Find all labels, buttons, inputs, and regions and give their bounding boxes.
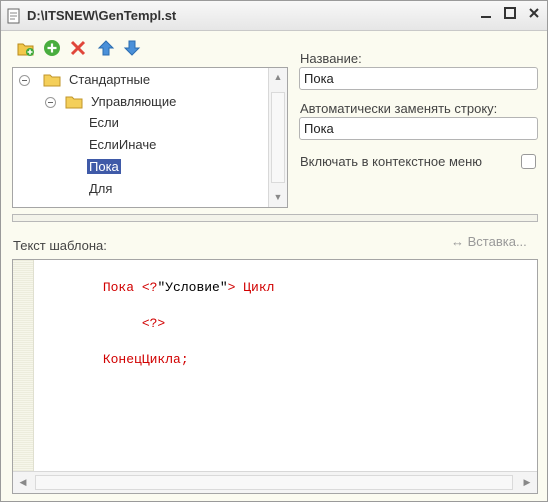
template-text-label: Текст шаблона:	[13, 238, 107, 253]
maximize-button[interactable]	[501, 6, 519, 24]
name-label: Название:	[300, 51, 362, 66]
folder-icon	[43, 74, 61, 87]
collapse-icon[interactable]	[19, 75, 30, 86]
minimize-icon	[481, 16, 491, 18]
tree-item-if-else[interactable]: ЕслиИначе	[89, 135, 156, 155]
tree-item-while[interactable]: Пока	[87, 157, 121, 177]
code-line: КонецЦикла;	[102, 352, 189, 367]
template-editor-window: D:\ITSNEW\GenTempl.st Стандартные Управл…	[0, 0, 548, 502]
editor-horizontal-scrollbar[interactable]: ◀ ▶	[13, 471, 537, 493]
tree-item-control[interactable]: Управляющие	[45, 92, 265, 112]
window-title: D:\ITSNEW\GenTempl.st	[27, 8, 177, 23]
delete-icon	[70, 40, 86, 56]
replace-label: Автоматически заменять строку:	[300, 101, 498, 116]
scroll-left-icon[interactable]: ◀	[13, 472, 33, 493]
maximize-icon	[504, 7, 516, 19]
new-folder-icon	[17, 43, 34, 56]
editor-gutter	[13, 260, 34, 471]
replace-field[interactable]: Пока	[299, 117, 538, 140]
insert-button[interactable]: ↔ Вставка...	[451, 234, 527, 249]
close-icon	[529, 8, 539, 18]
context-menu-label: Включать в контекстное меню	[300, 154, 483, 169]
scroll-up-icon[interactable]: ▲	[269, 68, 287, 87]
scroll-right-icon[interactable]: ▶	[517, 472, 537, 493]
close-button[interactable]	[525, 6, 543, 24]
scroll-thumb[interactable]	[271, 92, 285, 183]
arrows-horizontal-icon: ↔	[451, 234, 464, 249]
tree-item-if[interactable]: Если	[89, 113, 119, 133]
name-field[interactable]: Пока	[299, 67, 538, 90]
new-folder-button[interactable]	[17, 39, 35, 57]
splitter[interactable]	[12, 214, 538, 222]
scroll-down-icon[interactable]: ▼	[269, 188, 287, 207]
folder-icon	[65, 96, 83, 109]
move-down-button[interactable]	[123, 39, 141, 57]
collapse-icon[interactable]	[45, 97, 56, 108]
move-down-icon	[123, 40, 141, 56]
document-icon	[7, 8, 20, 24]
template-tree[interactable]: Стандартные Управляющие Если ЕслиИначе П…	[12, 67, 288, 208]
move-up-button[interactable]	[97, 39, 115, 57]
move-up-icon	[97, 40, 115, 56]
delete-button[interactable]	[69, 39, 87, 57]
tree-item-standard[interactable]: Стандартные	[19, 70, 269, 90]
add-button[interactable]	[43, 39, 61, 57]
context-menu-checkbox[interactable]	[521, 154, 536, 169]
template-code-editor[interactable]: Пока <?"Условие"> Цикл <?> КонецЦикла; ◀…	[12, 259, 538, 494]
scroll-thumb[interactable]	[35, 475, 513, 490]
minimize-button[interactable]	[477, 6, 495, 24]
tree-item-for[interactable]: Для	[89, 179, 112, 199]
add-icon	[44, 40, 60, 56]
title-bar[interactable]: D:\ITSNEW\GenTempl.st	[1, 1, 547, 31]
tree-vertical-scrollbar[interactable]: ▲ ▼	[268, 68, 287, 207]
